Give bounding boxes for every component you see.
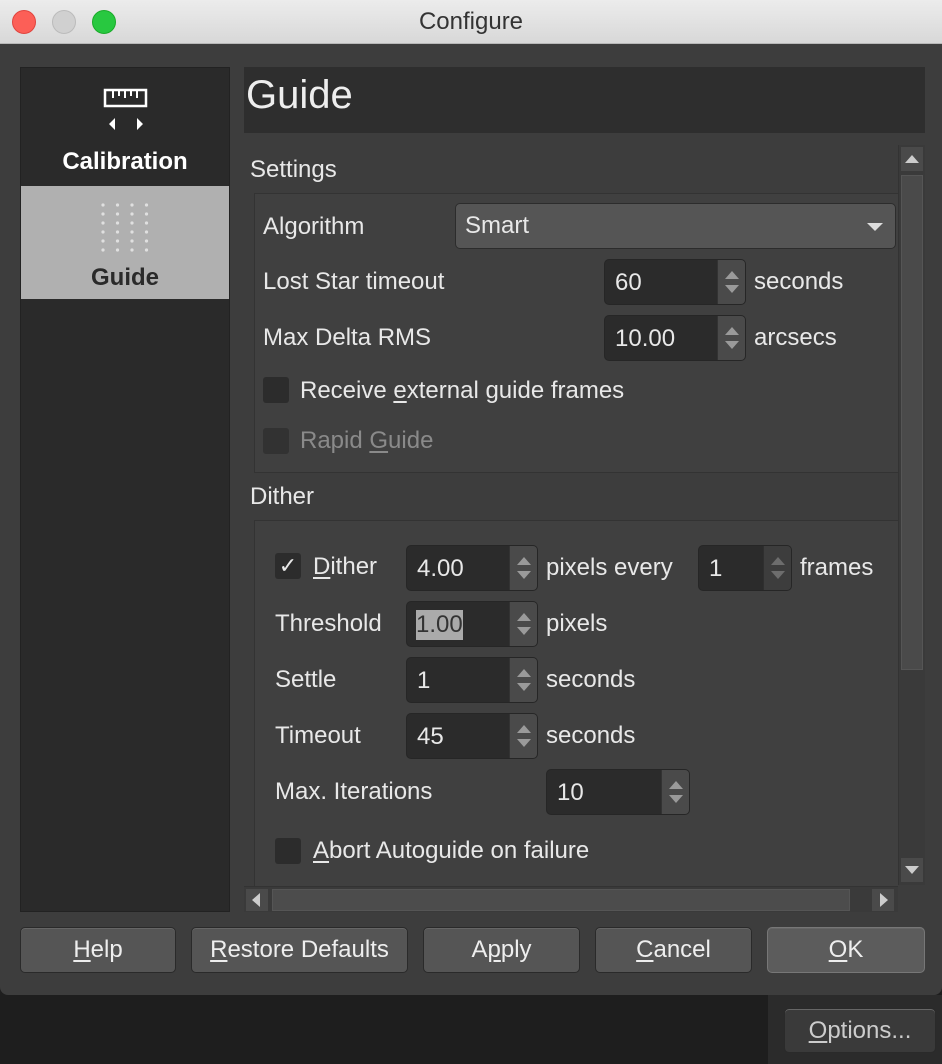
sidebar-item-guide[interactable]: Guide [21, 186, 229, 299]
unit-label: seconds [754, 268, 844, 295]
arrow-left-icon [252, 893, 260, 907]
arrow-down-icon [905, 866, 919, 874]
arrow-down-icon[interactable] [516, 683, 531, 691]
sidebar-item-calibration[interactable]: Calibration [21, 68, 229, 184]
dither-checkbox[interactable]: ✓ [275, 553, 301, 579]
arrow-up-icon[interactable] [668, 781, 683, 789]
algorithm-label: Algorithm [263, 213, 365, 240]
sidebar-item-label: Calibration [62, 148, 188, 175]
timeout-label: Timeout [275, 722, 361, 749]
page-header: Guide [244, 67, 925, 133]
arrow-down-icon[interactable] [516, 627, 531, 635]
scroll-left-button[interactable] [246, 889, 268, 911]
window-title: Configure [418, 8, 524, 35]
options-button[interactable]: Options... [784, 1008, 936, 1053]
pixels-every-label: pixels every [546, 554, 673, 581]
rapid-guide-label[interactable]: Rapid Guide [300, 426, 433, 456]
unit-label: seconds [546, 722, 636, 749]
dither-group-title: Dither [250, 483, 315, 510]
abort-autoguide-label[interactable]: Abort Autoguide on failure [313, 836, 589, 866]
sidebar-item-label: Guide [90, 264, 159, 291]
arrow-up-icon[interactable] [516, 725, 531, 733]
chevron-down-icon [867, 223, 883, 231]
apply-button[interactable]: Apply [423, 927, 580, 973]
help-button[interactable]: Help [20, 927, 176, 973]
scroll-up-button[interactable] [901, 147, 923, 171]
timeout-spinbox[interactable]: 45 [406, 713, 538, 759]
vertical-scrollbar[interactable] [898, 145, 925, 885]
page-title: Guide [246, 73, 353, 117]
scroll-thumb[interactable] [272, 889, 850, 911]
max-delta-rms-spinbox[interactable]: 10.00 [604, 315, 746, 361]
algorithm-value: Smart [465, 212, 530, 239]
unit-label: pixels [546, 610, 608, 637]
title-bar: Configure [0, 0, 942, 44]
arrow-up-icon[interactable] [516, 613, 531, 621]
arrow-right-icon [880, 893, 888, 907]
dither-frames-spinbox[interactable]: 1 [698, 545, 792, 591]
arrow-down-icon[interactable] [516, 571, 531, 579]
dither-pixels-spinbox[interactable]: 4.00 [406, 545, 538, 591]
arrow-down-icon[interactable] [770, 571, 785, 579]
arrow-up-icon[interactable] [770, 557, 785, 565]
max-delta-rms-label: Max Delta RMS [263, 324, 432, 351]
arrow-up-icon[interactable] [516, 669, 531, 677]
configure-dialog: Configure Calibration Guide Guide Settin… [0, 0, 942, 995]
scroll-right-button[interactable] [872, 889, 894, 911]
dots-grid-icon [101, 203, 149, 252]
checkmark-icon: ✓ [278, 553, 298, 578]
abort-autoguide-checkbox[interactable] [275, 838, 301, 864]
scroll-thumb[interactable] [901, 175, 923, 670]
max-iterations-spinbox[interactable]: 10 [546, 769, 690, 815]
lost-star-timeout-spinbox[interactable]: 60 [604, 259, 746, 305]
lost-star-timeout-label: Lost Star timeout [263, 268, 445, 295]
threshold-spinbox[interactable]: 1.00 [406, 601, 538, 647]
settle-label: Settle [275, 666, 337, 693]
restore-defaults-button[interactable]: Restore Defaults [191, 927, 408, 973]
sidebar: Calibration Guide [20, 67, 230, 912]
frames-label: frames [800, 554, 874, 581]
ruler-icon [103, 88, 148, 130]
receive-external-label[interactable]: Receive external guide frames [300, 376, 624, 406]
algorithm-select[interactable]: Smart [455, 203, 896, 249]
scroll-down-button[interactable] [901, 858, 923, 882]
threshold-label: Threshold [275, 610, 382, 637]
arrow-down-icon[interactable] [668, 795, 683, 803]
arrow-up-icon[interactable] [724, 271, 739, 279]
arrow-down-icon[interactable] [724, 341, 739, 349]
arrow-down-icon[interactable] [516, 739, 531, 747]
arrow-up-icon [905, 155, 919, 163]
settings-group-title: Settings [250, 156, 337, 183]
receive-external-checkbox[interactable] [263, 377, 289, 403]
cancel-button[interactable]: Cancel [595, 927, 752, 973]
ok-button[interactable]: OK [767, 927, 925, 973]
arrow-up-icon[interactable] [516, 557, 531, 565]
max-iterations-label: Max. Iterations [275, 778, 433, 805]
arrow-up-icon[interactable] [724, 327, 739, 335]
horizontal-scrollbar[interactable] [244, 886, 898, 912]
unit-label: seconds [546, 666, 636, 693]
rapid-guide-checkbox[interactable] [263, 428, 289, 454]
settle-spinbox[interactable]: 1 [406, 657, 538, 703]
unit-label: arcsecs [754, 324, 837, 351]
dither-label[interactable]: Dither [313, 552, 377, 582]
arrow-down-icon[interactable] [724, 285, 739, 293]
